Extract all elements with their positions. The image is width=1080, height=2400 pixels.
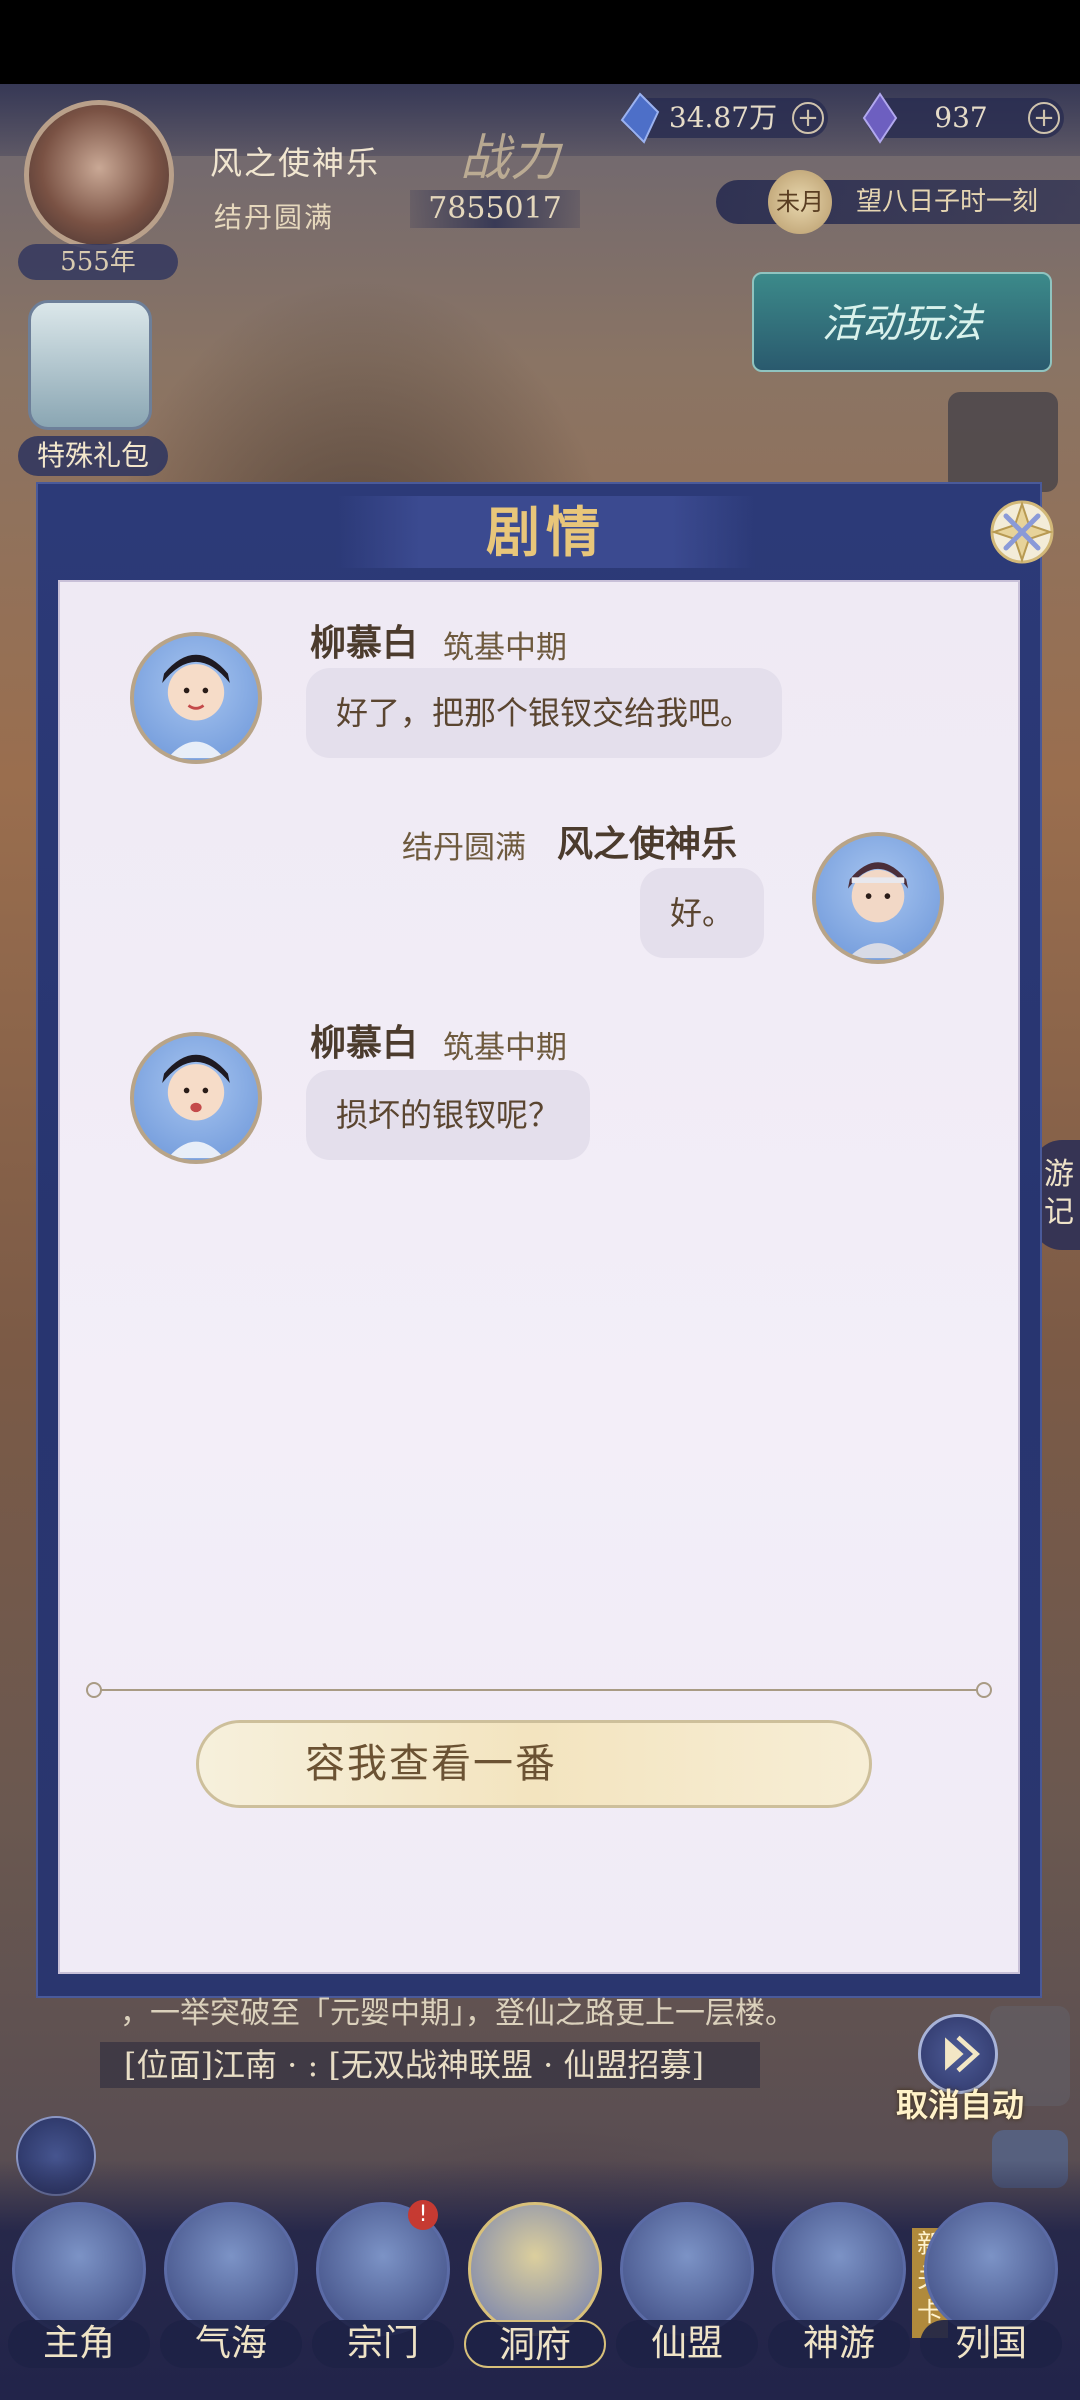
speaker-name: 柳慕白: [310, 1022, 419, 1064]
player-realm: 结丹圆满: [214, 201, 335, 234]
nav-label: 神游: [768, 2320, 910, 2368]
status-bar: [0, 0, 1080, 84]
cancel-auto-button[interactable]: 取消自动: [896, 2080, 1024, 2126]
divider-ornament: [976, 1682, 992, 1698]
add-crystal-button[interactable]: +: [1028, 102, 1060, 134]
event-banner[interactable]: 活动玩法: [752, 272, 1052, 372]
currency-crystal: 937 +: [862, 92, 1064, 144]
protagonist-icon: [12, 2202, 146, 2336]
traveler-icon: [772, 2202, 906, 2336]
message-bubble: 好了，把那个银钗交给我吧。: [306, 668, 783, 758]
side-panel-icon[interactable]: [948, 392, 1058, 492]
meditation-icon: [164, 2202, 298, 2336]
speaker-realm: 筑基中期: [443, 1030, 567, 1066]
player-name: 风之使神乐: [210, 144, 381, 182]
palace-icon: [620, 2202, 754, 2336]
notification-badge: !: [408, 2200, 438, 2230]
divider-ornament: [86, 1682, 102, 1698]
power-badge: 战力: [460, 129, 560, 187]
crystal-icon: [862, 92, 898, 144]
game-date-bar: 未月 望八日子时一刻: [716, 170, 1080, 234]
close-icon[interactable]: [982, 492, 1062, 572]
dialog-title: 剧情: [486, 500, 606, 564]
nav-label: 主角: [8, 2320, 150, 2368]
game-time: 望八日子时一刻: [856, 187, 1039, 217]
speaker-realm: 筑基中期: [443, 630, 567, 666]
nav-protagonist[interactable]: 主角: [8, 2202, 150, 2382]
player-chat-avatar: [812, 832, 944, 964]
player-age: 555年: [18, 244, 178, 280]
system-broadcast: ，一举突破至「元婴中期」，登仙之路更上一层楼。: [120, 1996, 795, 2031]
gift-chest-icon[interactable]: [28, 300, 152, 430]
player-avatar[interactable]: [24, 100, 174, 250]
npc-avatar: [130, 1032, 262, 1164]
speaker-name: 风之使神乐: [557, 823, 738, 865]
news-ticker[interactable]: [位面]江南 · : [无双战神联盟 · 仙盟招募]: [100, 2042, 760, 2088]
nav-label: 宗门: [312, 2320, 454, 2368]
nav-label: 列国: [920, 2320, 1062, 2368]
nav-nations[interactable]: 列国: [920, 2202, 1062, 2382]
gift-label[interactable]: 特殊礼包: [18, 436, 168, 476]
nav-label: 洞府: [464, 2320, 606, 2368]
speaker-realm: 结丹圆满: [402, 830, 526, 866]
message-bubble: 好。: [640, 868, 765, 958]
landscape-icon: [924, 2202, 1058, 2336]
moon-icon: 未月: [768, 170, 832, 234]
nav-qi-sea[interactable]: 气海: [160, 2202, 302, 2382]
nav-label: 气海: [160, 2320, 302, 2368]
nav-spirit-travel[interactable]: 神游: [768, 2202, 910, 2382]
nav-alliance[interactable]: 仙盟: [616, 2202, 758, 2382]
dialog-choice-button[interactable]: 容我查看一番: [196, 1720, 872, 1808]
add-spirit-stone-button[interactable]: +: [792, 102, 824, 134]
speaker-name: 柳慕白: [310, 622, 419, 664]
power-value: 7855017: [410, 190, 580, 228]
currency-value: 34.87万: [668, 101, 778, 134]
nav-cave-abode[interactable]: 洞府: [464, 2202, 606, 2382]
npc-avatar: [130, 632, 262, 764]
currency-spirit-stone: 34.87万 +: [620, 92, 828, 144]
nav-sect[interactable]: 宗门: [312, 2202, 454, 2382]
choice-divider: [92, 1689, 990, 1691]
nav-label: 仙盟: [616, 2320, 758, 2368]
message-bubble: 损坏的银钗呢？: [306, 1070, 591, 1160]
mountain-icon: [468, 2202, 602, 2336]
spirit-stone-icon: [620, 92, 660, 144]
currency-value: 937: [934, 101, 988, 134]
